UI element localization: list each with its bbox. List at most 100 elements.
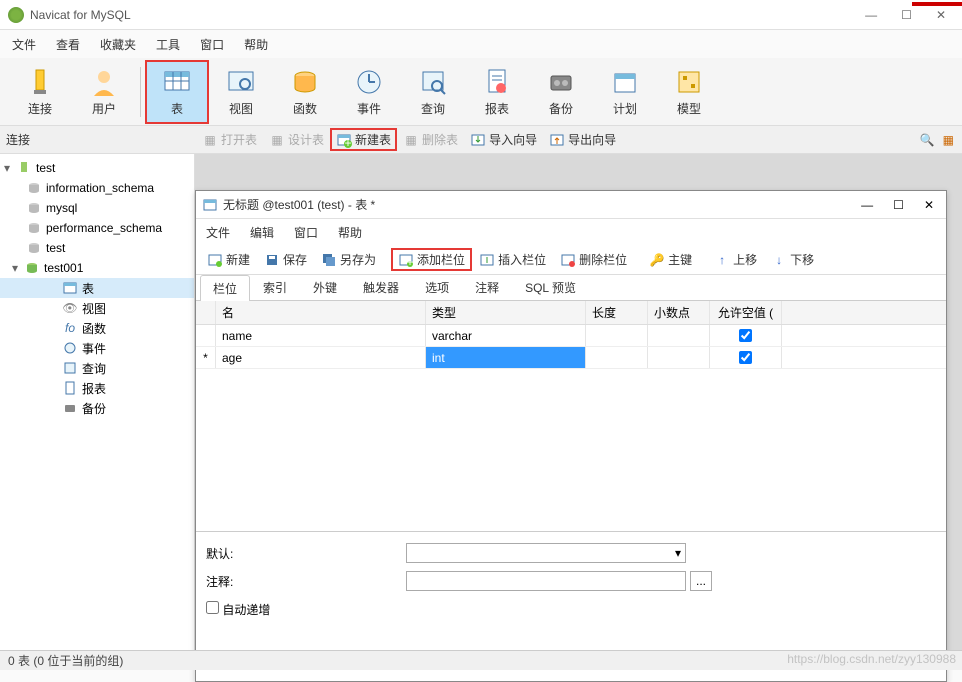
cell-null[interactable] (710, 347, 782, 368)
tab-fields[interactable]: 栏位 (200, 275, 250, 301)
child-menubar: 文件 编辑 窗口 帮助 (196, 219, 946, 245)
tab-options[interactable]: 选项 (412, 274, 462, 300)
tree-db-active[interactable]: ▾test001 (0, 258, 194, 278)
fields-grid[interactable]: 名 类型 长度 小数点 允许空值 ( name varchar * age (196, 301, 946, 531)
col-header-length[interactable]: 长度 (586, 301, 648, 324)
menu-help[interactable]: 帮助 (244, 36, 268, 53)
toolbar-connection[interactable]: 连接 (8, 60, 72, 124)
cell-name[interactable]: age (216, 347, 426, 368)
child-menu-edit[interactable]: 编辑 (250, 224, 274, 241)
child-close-button[interactable]: ✕ (924, 198, 934, 212)
default-select[interactable]: ▾ (406, 543, 686, 563)
primary-key-button[interactable]: 🔑主键 (642, 248, 699, 271)
tree-views[interactable]: 👁视图 (0, 298, 194, 318)
new-table-button[interactable]: +新建表 (330, 128, 397, 151)
tree-reports[interactable]: 报表 (0, 378, 194, 398)
cell-length[interactable] (586, 325, 648, 346)
delete-table-button[interactable]: ▦删除表 (397, 128, 464, 151)
search-icon[interactable]: 🔍 (920, 133, 935, 147)
comment-input[interactable] (406, 571, 686, 591)
tree-backups[interactable]: 备份 (0, 398, 194, 418)
delete-field-icon (560, 252, 576, 268)
cell-name[interactable]: name (216, 325, 426, 346)
cell-type-selected[interactable]: int (426, 347, 586, 368)
report-node-icon (62, 380, 78, 396)
menu-tools[interactable]: 工具 (156, 36, 180, 53)
toolbar-view[interactable]: 视图 (209, 60, 273, 124)
cell-decimal[interactable] (648, 325, 710, 346)
move-up-button[interactable]: ↑上移 (707, 248, 764, 271)
col-header-null[interactable]: 允许空值 ( (710, 301, 782, 324)
close-button[interactable]: ✕ (936, 8, 946, 22)
tab-indexes[interactable]: 索引 (250, 274, 300, 300)
child-minimize-button[interactable]: — (861, 198, 873, 212)
grid-mode-icon[interactable]: ▦ (943, 133, 954, 147)
child-menu-help[interactable]: 帮助 (338, 224, 362, 241)
tree-root[interactable]: ▾test (0, 158, 194, 178)
delete-field-button[interactable]: 删除栏位 (553, 248, 634, 271)
table-designer-window: 无标题 @test001 (test) - 表 * — ☐ ✕ 文件 编辑 窗口… (195, 190, 947, 682)
col-header-type[interactable]: 类型 (426, 301, 586, 324)
tree-functions[interactable]: fo函数 (0, 318, 194, 338)
tree-db[interactable]: mysql (0, 198, 194, 218)
toolbar-model[interactable]: 模型 (657, 60, 721, 124)
null-checkbox[interactable] (739, 351, 752, 364)
toolbar-event[interactable]: 事件 (337, 60, 401, 124)
grid-row[interactable]: name varchar (196, 325, 946, 347)
toolbar-table[interactable]: 表 (145, 60, 209, 124)
tree-db[interactable]: performance_schema (0, 218, 194, 238)
save-button[interactable]: 保存 (257, 248, 314, 271)
null-checkbox[interactable] (739, 329, 752, 342)
cell-length[interactable] (586, 347, 648, 368)
import-icon (470, 132, 486, 148)
toolbar-user[interactable]: 用户 (72, 60, 136, 124)
tab-comment[interactable]: 注释 (462, 274, 512, 300)
menu-file[interactable]: 文件 (12, 36, 36, 53)
add-field-button[interactable]: +添加栏位 (391, 248, 472, 271)
toolbar-report[interactable]: 报表 (465, 60, 529, 124)
design-table-button[interactable]: ▦设计表 (263, 128, 330, 151)
tab-sqlpreview[interactable]: SQL 预览 (512, 274, 589, 300)
new-button[interactable]: 新建 (200, 248, 257, 271)
tab-foreignkeys[interactable]: 外键 (300, 274, 350, 300)
insert-field-button[interactable]: 插入栏位 (472, 248, 553, 271)
export-wizard-button[interactable]: 导出向导 (543, 128, 622, 151)
tree-db[interactable]: information_schema (0, 178, 194, 198)
toolbar-schedule[interactable]: 计划 (593, 60, 657, 124)
arrow-down-icon: ↓ (771, 252, 787, 268)
cell-null[interactable] (710, 325, 782, 346)
grid-row[interactable]: * age int (196, 347, 946, 369)
tree-tables[interactable]: 表 (0, 278, 194, 298)
cell-decimal[interactable] (648, 347, 710, 368)
move-down-button[interactable]: ↓下移 (764, 248, 821, 271)
child-maximize-button[interactable]: ☐ (893, 198, 904, 212)
menu-window[interactable]: 窗口 (200, 36, 224, 53)
maximize-button[interactable]: ☐ (901, 8, 912, 22)
col-header-name[interactable]: 名 (216, 301, 426, 324)
database-active-icon (24, 260, 40, 276)
child-menu-window[interactable]: 窗口 (294, 224, 318, 241)
tree-events[interactable]: 事件 (0, 338, 194, 358)
toolbar-query[interactable]: 查询 (401, 60, 465, 124)
tree-queries[interactable]: 查询 (0, 358, 194, 378)
toolbar-backup[interactable]: 备份 (529, 60, 593, 124)
row-marker (196, 325, 216, 346)
open-table-button[interactable]: ▦打开表 (196, 128, 263, 151)
import-wizard-button[interactable]: 导入向导 (464, 128, 543, 151)
toolbar-function[interactable]: 函数 (273, 60, 337, 124)
col-header-decimal[interactable]: 小数点 (648, 301, 710, 324)
arrow-up-icon: ↑ (714, 252, 730, 268)
menu-view[interactable]: 查看 (56, 36, 80, 53)
menu-favorites[interactable]: 收藏夹 (100, 36, 136, 53)
tab-triggers[interactable]: 触发器 (350, 274, 412, 300)
save-as-button[interactable]: 另存为 (314, 248, 383, 271)
view-icon (225, 66, 257, 98)
comment-dialog-button[interactable]: ... (690, 571, 712, 591)
autoinc-checkbox-label[interactable]: 自动递增 (206, 601, 270, 618)
backup-node-icon (62, 400, 78, 416)
autoinc-checkbox[interactable] (206, 601, 219, 614)
tree-db[interactable]: test (0, 238, 194, 258)
cell-type[interactable]: varchar (426, 325, 586, 346)
minimize-button[interactable]: — (865, 8, 877, 22)
child-menu-file[interactable]: 文件 (206, 224, 230, 241)
